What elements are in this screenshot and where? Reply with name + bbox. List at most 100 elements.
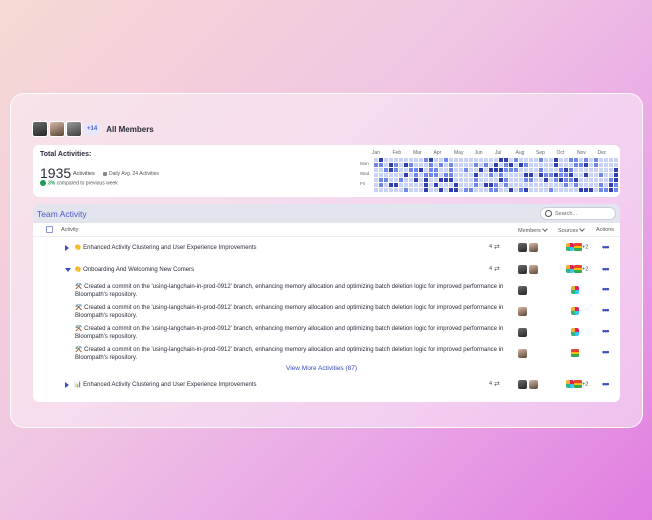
- heatmap-cell: [589, 158, 593, 162]
- heatmap-cell: [389, 173, 393, 177]
- heatmap-cell: [514, 163, 518, 167]
- total-activities-label: Total Activities:: [40, 151, 92, 158]
- heatmap-cell: [529, 188, 533, 192]
- heatmap-cell: [419, 188, 423, 192]
- heatmap-cell: [434, 173, 438, 177]
- month-label: Apr: [433, 150, 442, 156]
- members-header: +14 All Members: [32, 121, 154, 137]
- heatmap-cell: [569, 163, 573, 167]
- avatar: [517, 348, 528, 359]
- heatmap-cell: [574, 178, 578, 182]
- heatmap-cell: [574, 168, 578, 172]
- heatmap-cell: [534, 168, 538, 172]
- heatmap-cell: [569, 158, 573, 162]
- heatmap-cell: [434, 178, 438, 182]
- heatmap-cell: [524, 183, 528, 187]
- heatmap-cell: [394, 158, 398, 162]
- heatmap-cell: [459, 173, 463, 177]
- heatmap-cell: [489, 163, 493, 167]
- heatmap-cell: [584, 173, 588, 177]
- heatmap-cell: [599, 168, 603, 172]
- view-more-link[interactable]: View More Activities (87): [286, 365, 357, 372]
- heatmap-cell: [544, 158, 548, 162]
- chevron-down-icon: [579, 226, 586, 232]
- more-actions-icon[interactable]: •••: [602, 305, 610, 315]
- heatmap-cell: [544, 188, 548, 192]
- collapse-icon[interactable]: [65, 268, 71, 272]
- heatmap-cell: [604, 178, 608, 182]
- heatmap-cell: [484, 158, 488, 162]
- heatmap-cell: [389, 183, 393, 187]
- more-actions-icon[interactable]: •••: [602, 242, 610, 252]
- heatmap-cell: [589, 183, 593, 187]
- table-row[interactable]: 📊 Enhanced Activity Clustering and User …: [33, 374, 620, 396]
- row-sources: +2: [566, 243, 588, 251]
- heatmap-cell: [554, 163, 558, 167]
- more-actions-icon[interactable]: •••: [602, 379, 610, 389]
- heatmap-cell: [594, 158, 598, 162]
- heatmap-cell: [614, 168, 618, 172]
- heatmap-cell: [479, 163, 483, 167]
- activity-heatmap: [374, 158, 618, 192]
- avatar[interactable]: [49, 121, 65, 137]
- heatmap-cell: [519, 178, 523, 182]
- heatmap-cell: [469, 178, 473, 182]
- heatmap-cell: [524, 178, 528, 182]
- heatmap-cell: [534, 183, 538, 187]
- more-actions-icon[interactable]: •••: [602, 284, 610, 294]
- activity-text: ⚒️ Created a commit on the 'using-langch…: [75, 326, 504, 340]
- more-members-badge[interactable]: +14: [84, 123, 101, 135]
- heatmap-cell: [564, 163, 568, 167]
- heatmap-cell: [449, 163, 453, 167]
- members-column-header[interactable]: Members: [518, 226, 548, 234]
- heatmap-cell: [409, 173, 413, 177]
- expand-icon[interactable]: [65, 382, 69, 388]
- activity-item[interactable]: ⚒️ Created a commit on the 'using-langch…: [33, 281, 620, 302]
- heatmap-cell: [549, 163, 553, 167]
- heatmap-cell: [574, 163, 578, 167]
- search-input[interactable]: Search...: [555, 211, 577, 217]
- heatmap-cell: [374, 183, 378, 187]
- heatmap-cell: [404, 163, 408, 167]
- heatmap-cell: [399, 168, 403, 172]
- heatmap-cell: [439, 163, 443, 167]
- heatmap-cell: [584, 163, 588, 167]
- more-actions-icon[interactable]: •••: [602, 326, 610, 336]
- heatmap-cell: [409, 178, 413, 182]
- heatmap-cell: [549, 188, 553, 192]
- activity-item[interactable]: ⚒️ Created a commit on the 'using-langch…: [33, 302, 620, 323]
- month-label: Oct: [556, 150, 565, 156]
- avatar[interactable]: [32, 121, 48, 137]
- heatmap-cell: [489, 173, 493, 177]
- slack-icon: [571, 286, 579, 294]
- sources-column-header[interactable]: Sources: [558, 226, 586, 234]
- row-count: 4: [489, 381, 493, 387]
- heatmap-cell: [494, 178, 498, 182]
- heatmap-cell: [529, 178, 533, 182]
- heatmap-cell: [564, 173, 568, 177]
- table-row[interactable]: 👏 Onboarding And Welcoming New Comers 4 …: [33, 259, 620, 281]
- heatmap-cell: [559, 168, 563, 172]
- month-label: Mar: [413, 150, 422, 156]
- heatmap-cell: [479, 158, 483, 162]
- select-all-checkbox[interactable]: [46, 226, 53, 233]
- heatmap-cell: [414, 178, 418, 182]
- heatmap-cell: [474, 173, 478, 177]
- search-box[interactable]: Search...: [540, 207, 616, 220]
- activity-item[interactable]: ⚒️ Created a commit on the 'using-langch…: [33, 344, 620, 365]
- activity-source: [571, 286, 579, 294]
- heatmap-cell: [594, 178, 598, 182]
- heatmap-cell: [509, 158, 513, 162]
- avatar[interactable]: [66, 121, 82, 137]
- heatmap-cell: [539, 158, 543, 162]
- expand-icon[interactable]: [65, 245, 69, 251]
- row-count: 4: [489, 266, 493, 272]
- heatmap-cell: [589, 188, 593, 192]
- heatmap-cell: [554, 173, 558, 177]
- gmail-icon: [574, 380, 582, 388]
- heatmap-cell: [409, 158, 413, 162]
- activity-item[interactable]: ⚒️ Created a commit on the 'using-langch…: [33, 323, 620, 344]
- more-actions-icon[interactable]: •••: [602, 264, 610, 274]
- table-row[interactable]: 👏 Enhanced Activity Clustering and User …: [33, 237, 620, 259]
- more-actions-icon[interactable]: •••: [602, 347, 610, 357]
